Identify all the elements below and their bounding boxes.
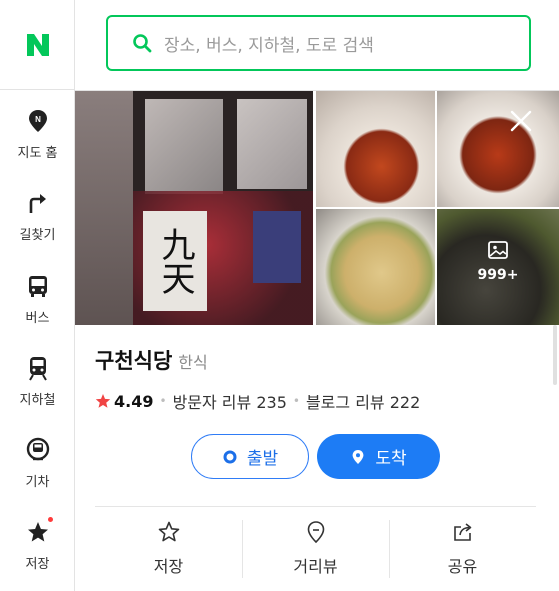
place-header: 구천식당 한식	[95, 345, 208, 375]
nav-saved[interactable]: 저장	[0, 502, 75, 582]
destination-pin-icon	[352, 449, 364, 464]
side-nav: N 지도 홈 길찾기 버스 지하철 기차 저장	[0, 0, 75, 591]
photo-more[interactable]: 999+	[437, 209, 559, 325]
street-view-action-label: 거리뷰	[293, 557, 338, 576]
star-outline-icon	[158, 521, 179, 542]
save-action[interactable]: 저장	[95, 507, 242, 591]
turn-arrow-icon	[25, 190, 51, 216]
image-icon	[488, 241, 508, 259]
arrive-button-label: 도착	[375, 449, 407, 469]
search-placeholder: 장소, 버스, 지하철, 도로 검색	[164, 35, 374, 56]
map-pin-icon: N	[25, 108, 51, 134]
place-category: 한식	[178, 353, 208, 372]
nav-subway-label: 지하철	[19, 393, 56, 408]
search-icon	[133, 34, 152, 53]
photo-food-1[interactable]	[316, 91, 435, 207]
start-button[interactable]: 출발	[191, 434, 309, 479]
more-photos: 999+	[437, 239, 559, 283]
rating-star-icon	[95, 394, 111, 408]
store-sign: 九天	[143, 211, 207, 311]
blog-reviews-link[interactable]: 블로그 리뷰 222	[306, 389, 420, 413]
place-name: 구천식당	[95, 349, 173, 373]
photo-food-3[interactable]	[316, 209, 435, 325]
nav-train-label: 기차	[25, 475, 50, 490]
scrollbar[interactable]	[553, 325, 557, 385]
svg-text:N: N	[35, 115, 41, 124]
street-view-pin-icon	[307, 521, 324, 544]
share-action[interactable]: 공유	[389, 507, 536, 591]
separator-dot: •	[292, 394, 300, 408]
place-meta: 4.49 • 방문자 리뷰 235 • 블로그 리뷰 222	[95, 389, 420, 413]
nav-directions[interactable]: 길찾기	[0, 173, 75, 253]
naver-logo[interactable]	[0, 0, 75, 90]
search-input[interactable]: 장소, 버스, 지하철, 도로 검색	[106, 15, 531, 71]
nav-train[interactable]: 기차	[0, 420, 75, 500]
arrive-button[interactable]: 도착	[317, 434, 440, 479]
window-pane	[145, 99, 223, 194]
start-button-label: 출발	[246, 449, 279, 469]
train-icon	[25, 437, 51, 463]
street-view-action[interactable]: 거리뷰	[242, 507, 389, 591]
nav-bus-label: 버스	[25, 311, 50, 326]
close-icon[interactable]	[508, 108, 534, 134]
bus-icon	[25, 273, 51, 299]
storefront-wall	[75, 91, 133, 325]
visitor-reviews-link[interactable]: 방문자 리뷰 235	[173, 389, 287, 413]
nav-directions-label: 길찾기	[19, 228, 56, 243]
nav-map-home[interactable]: N 지도 홈	[0, 91, 75, 171]
rating-value: 4.49	[114, 391, 154, 411]
menu-board	[253, 211, 301, 283]
nav-saved-label: 저장	[25, 557, 50, 572]
subway-icon	[25, 355, 51, 381]
window-pane	[237, 99, 307, 189]
nav-map-home-label: 지도 홈	[17, 146, 58, 161]
photo-count: 999+	[477, 267, 519, 283]
notification-dot	[47, 517, 53, 522]
separator-dot: •	[159, 394, 167, 408]
nav-bus[interactable]: 버스	[0, 256, 75, 336]
photo-food-2[interactable]	[437, 91, 559, 207]
photo-main-storefront[interactable]: 九天	[75, 91, 313, 325]
naver-n-icon	[26, 33, 49, 56]
nav-subway[interactable]: 지하철	[0, 338, 75, 418]
save-action-label: 저장	[153, 557, 184, 576]
origin-dot-icon	[223, 450, 237, 463]
photo-gallery: 九天 999+	[75, 91, 559, 325]
star-icon	[25, 517, 53, 545]
share-action-label: 공유	[447, 557, 478, 576]
share-icon	[453, 523, 471, 541]
